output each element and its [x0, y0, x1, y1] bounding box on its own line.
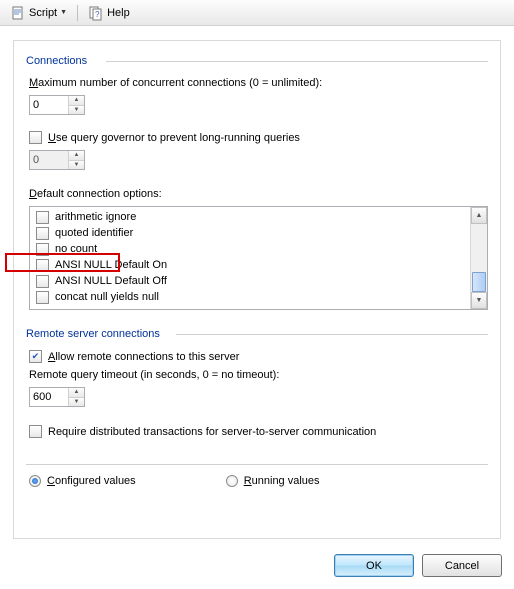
radio-icon[interactable] — [29, 475, 41, 487]
spin-down-icon[interactable]: ▼ — [69, 398, 84, 407]
dialog-buttons: OK Cancel — [334, 554, 502, 577]
query-governor-row: Use query governor to prevent long-runni… — [29, 131, 488, 144]
remote-section-title: Remote server connections — [26, 328, 488, 340]
remote-timeout-label: Remote query timeout (in seconds, 0 = no… — [29, 369, 488, 381]
query-governor-checkbox[interactable] — [29, 131, 42, 144]
option-checkbox[interactable] — [36, 211, 49, 224]
ok-button[interactable]: OK — [334, 554, 414, 577]
running-values-radio[interactable]: Running values — [226, 475, 320, 487]
cancel-button[interactable]: Cancel — [422, 554, 502, 577]
list-item[interactable]: no count — [30, 241, 470, 257]
list-item[interactable]: ANSI NULL Default Off — [30, 273, 470, 289]
list-item[interactable]: ANSI NULL Default On — [30, 257, 470, 273]
max-connections-label-row: Maximum number of concurrent connections… — [29, 77, 488, 89]
help-icon: ? — [88, 5, 104, 21]
default-options-listbox[interactable]: arithmetic ignore quoted identifier no c… — [29, 206, 488, 310]
scroll-track[interactable] — [471, 224, 487, 292]
option-checkbox[interactable] — [36, 291, 49, 304]
allow-remote-row: ✔ Allow remote connections to this serve… — [29, 350, 488, 363]
option-checkbox[interactable] — [36, 259, 49, 272]
script-dropdown[interactable]: Script ▼ — [6, 3, 71, 23]
allow-remote-checkbox[interactable]: ✔ — [29, 350, 42, 363]
list-item[interactable]: quoted identifier — [30, 225, 470, 241]
distributed-trans-row: Require distributed transactions for ser… — [29, 425, 488, 438]
radio-icon[interactable] — [226, 475, 238, 487]
option-checkbox[interactable] — [36, 243, 49, 256]
script-icon — [10, 5, 26, 21]
scroll-down-icon[interactable]: ▼ — [471, 292, 487, 309]
query-governor-spinner: ▲ ▼ — [29, 150, 85, 170]
configured-values-radio[interactable]: Configured values — [29, 475, 136, 487]
toolbar: Script ▼ ? Help — [0, 0, 514, 26]
help-button[interactable]: ? Help — [84, 3, 134, 23]
remote-timeout-spinner[interactable]: ▲ ▼ — [29, 387, 85, 407]
scroll-thumb[interactable] — [472, 272, 486, 292]
list-item[interactable]: concat null yields null — [30, 289, 470, 305]
distributed-trans-checkbox[interactable] — [29, 425, 42, 438]
spin-up-icon[interactable]: ▲ — [69, 388, 84, 398]
default-options-label: Default connection options: — [29, 188, 488, 200]
spin-up-icon[interactable]: ▲ — [69, 96, 84, 106]
listbox-scrollbar[interactable]: ▲ ▼ — [470, 207, 487, 309]
remote-timeout-input[interactable] — [30, 388, 68, 406]
spin-down-icon: ▼ — [69, 161, 84, 170]
toolbar-separator — [77, 5, 78, 21]
settings-panel: Connections Maximum number of concurrent… — [13, 40, 501, 539]
spin-up-icon: ▲ — [69, 151, 84, 161]
spin-down-icon[interactable]: ▼ — [69, 106, 84, 115]
script-label: Script — [29, 7, 57, 19]
query-governor-input — [30, 151, 68, 169]
max-connections-input[interactable] — [30, 96, 68, 114]
list-item[interactable]: arithmetic ignore — [30, 209, 470, 225]
divider — [26, 464, 488, 465]
connections-section-title: Connections — [26, 55, 488, 67]
values-radio-group: Configured values Running values — [29, 475, 488, 487]
option-checkbox[interactable] — [36, 275, 49, 288]
max-connections-spinner[interactable]: ▲ ▼ — [29, 95, 85, 115]
option-checkbox[interactable] — [36, 227, 49, 240]
svg-text:?: ? — [95, 10, 100, 19]
scroll-up-icon[interactable]: ▲ — [471, 207, 487, 224]
listbox-inner: arithmetic ignore quoted identifier no c… — [30, 207, 470, 309]
chevron-down-icon: ▼ — [60, 9, 67, 16]
help-label: Help — [107, 7, 130, 19]
